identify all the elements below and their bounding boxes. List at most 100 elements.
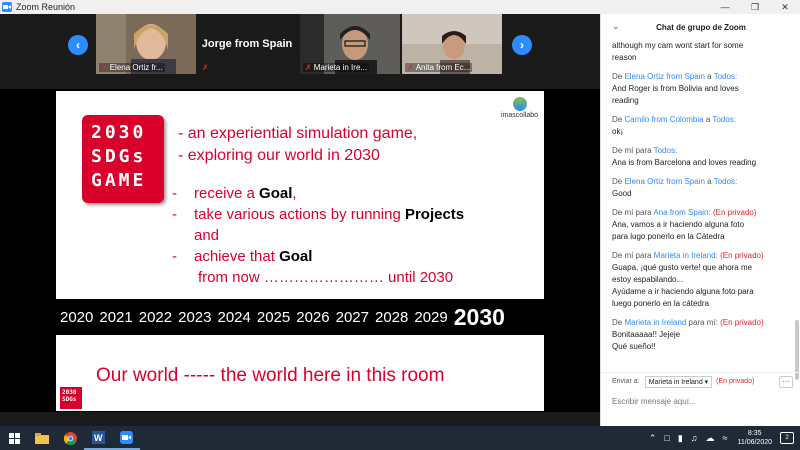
recipient-name[interactable]: Marieta in Ireland: bbox=[654, 251, 718, 260]
windows-start-icon[interactable] bbox=[0, 426, 28, 450]
sender-name[interactable]: Camilo from Colombia bbox=[624, 115, 703, 124]
meta-text: De mí para bbox=[612, 251, 654, 260]
message-text: reason bbox=[612, 53, 637, 62]
brand-name: imascollabo bbox=[501, 112, 538, 119]
year-label: 2029 bbox=[414, 308, 448, 326]
message-meta: De Elena Ortiz from Spain a Todos: bbox=[612, 71, 795, 83]
bullet-continuation: and bbox=[172, 225, 464, 246]
cloud-icon[interactable]: ☁ bbox=[706, 433, 715, 444]
bullet-text: receive a Goal, bbox=[194, 183, 297, 204]
imascollabo-logo: imascollabo bbox=[501, 97, 538, 119]
sender-name[interactable]: Elena Ortiz from Spain bbox=[624, 177, 704, 186]
screen: Zoom Reunión — ❐ ✕ ‹ ✗ Elena Ortiz fr... bbox=[0, 0, 800, 450]
meta-text: De bbox=[612, 115, 625, 124]
meta-text: a bbox=[704, 72, 714, 81]
years-timeline: 2020 2021 2022 2023 2024 2025 2026 2027 … bbox=[56, 299, 544, 335]
year-label: 2024 bbox=[217, 308, 251, 326]
sender-name[interactable]: Elena Ortiz from Spain bbox=[624, 72, 704, 81]
zoom-taskbar-icon[interactable] bbox=[112, 426, 140, 450]
file-explorer-icon[interactable] bbox=[28, 426, 56, 450]
bullet-text: take various actions by running Projects bbox=[194, 204, 464, 225]
battery-icon[interactable]: ▮ bbox=[678, 433, 683, 444]
recipient-name[interactable]: Todos: bbox=[714, 72, 738, 81]
clock-time: 8:35 bbox=[747, 430, 762, 437]
minimize-button[interactable]: — bbox=[710, 0, 740, 14]
zoom-app-icon bbox=[2, 2, 12, 12]
slide-footer-text: Our world ----- the world here in this r… bbox=[96, 365, 445, 386]
year-label: 2021 bbox=[99, 308, 133, 326]
year-label: 2020 bbox=[60, 308, 94, 326]
bullet-text-part: achieve that bbox=[194, 248, 280, 265]
notification-center-icon[interactable]: 2 bbox=[780, 432, 794, 444]
sdgs-mini-logo: 2030 SDGs bbox=[60, 387, 82, 409]
bullet-row: - receive a Goal, bbox=[172, 183, 464, 204]
message-text: ok¡ bbox=[612, 127, 624, 136]
bullet-dash: - bbox=[172, 185, 177, 202]
bullet-text: from now …………………… until 2030 bbox=[198, 269, 454, 286]
system-tray: ⌃ □ ▮ ♫ ☁ ≈ 8:35 11/06/2020 2 bbox=[645, 426, 800, 450]
private-badge: (En privado) bbox=[720, 251, 764, 260]
chat-message-list[interactable]: although my cam wont start for some reas… bbox=[601, 40, 795, 380]
logo-line: SDGs bbox=[91, 146, 147, 167]
bullet-bold: Goal bbox=[259, 185, 293, 202]
recipient-select[interactable]: Marieta in Ireland ▾ bbox=[644, 375, 713, 388]
shared-screen: 2030 SDGs GAME imascollabo - an experien… bbox=[0, 89, 600, 412]
chat-message: De Marieta in Ireland para mí: (En priva… bbox=[612, 317, 795, 353]
participant-tile-jorge[interactable]: Jorge from Spain ✗ bbox=[197, 14, 297, 74]
participant-video-marieta[interactable]: ✗ Marieta in Ire... bbox=[300, 14, 400, 74]
bullet-text: achieve that Goal bbox=[194, 246, 312, 267]
restore-button[interactable]: ❐ bbox=[740, 0, 770, 14]
participant-name-tag: ✗ bbox=[200, 63, 213, 72]
brand-circle-icon bbox=[512, 97, 527, 111]
participant-name: Marieta in Ire... bbox=[313, 63, 368, 72]
year-label: 2028 bbox=[375, 308, 409, 326]
network-icon[interactable]: □ bbox=[664, 433, 669, 443]
participant-video-elena[interactable]: ✗ Elena Ortiz fr... bbox=[96, 14, 196, 74]
chevron-up-icon[interactable]: ⌃ bbox=[649, 433, 657, 444]
participant-video-anita[interactable]: ✗ Anita from Ec... bbox=[402, 14, 502, 74]
chat-message: although my cam wont start for some reas… bbox=[612, 40, 795, 64]
message-text: luego ponerlo en la cátedra bbox=[612, 299, 709, 308]
final-year-label: 2030 bbox=[453, 303, 505, 330]
logo-line: 2030 bbox=[62, 389, 77, 396]
message-meta: De mí para Marieta in Ireland: (En priva… bbox=[612, 250, 795, 262]
previous-page-button[interactable]: ‹ bbox=[68, 35, 88, 55]
sound-icon[interactable]: ♫ bbox=[691, 433, 698, 443]
meta-text: De mí para bbox=[612, 146, 654, 155]
year-label: 2026 bbox=[296, 308, 330, 326]
window-title: Zoom Reunión bbox=[16, 2, 76, 12]
private-badge: (En privado) bbox=[720, 318, 764, 327]
taskbar-clock[interactable]: 8:35 11/06/2020 bbox=[737, 429, 772, 447]
message-text: Ayúdame a ir haciendo alguna foto para bbox=[612, 287, 754, 296]
next-page-button[interactable]: › bbox=[512, 35, 532, 55]
meta-text: De bbox=[612, 72, 625, 81]
recipient-name[interactable]: Ana from Spain: bbox=[653, 208, 710, 217]
logo-line: SDGs bbox=[62, 396, 77, 403]
chat-message: De Elena Ortiz from Spain a Todos: And R… bbox=[612, 71, 795, 107]
slide-line-2: - exploring our world in 2030 bbox=[178, 147, 380, 164]
wifi-icon[interactable]: ≈ bbox=[723, 433, 728, 443]
bullet-dash: - bbox=[172, 206, 177, 223]
message-meta: De Elena Ortiz from Spain a Todos: bbox=[612, 176, 795, 188]
window-titlebar: Zoom Reunión — ❐ ✕ bbox=[0, 0, 800, 14]
message-text: Ana, vamos a ir haciendo alguna foto bbox=[612, 220, 745, 229]
message-text: And Roger is from Bolivia and loves bbox=[612, 84, 739, 93]
chat-title: Chat de grupo de Zoom bbox=[656, 22, 746, 32]
recipient-name[interactable]: Todos: bbox=[714, 177, 738, 186]
message-text: Ana is from Barcelona and loves reading bbox=[612, 158, 757, 167]
participant-name-tag: ✗ Marieta in Ire... bbox=[303, 63, 370, 72]
bullet-text: and bbox=[194, 227, 220, 244]
sender-name[interactable]: Marieta in Ireland bbox=[624, 318, 686, 327]
chrome-icon[interactable] bbox=[56, 426, 84, 450]
bullet-row: - take various actions by running Projec… bbox=[172, 204, 464, 225]
send-to-row: Enviar a: Marieta in Ireland ▾ (En priva… bbox=[601, 372, 800, 390]
scrollbar-thumb[interactable] bbox=[795, 320, 799, 380]
recipient-name[interactable]: Todos: bbox=[654, 146, 678, 155]
word-icon[interactable]: W bbox=[84, 426, 112, 450]
close-button[interactable]: ✕ bbox=[770, 0, 800, 14]
muted-mic-icon: ✗ bbox=[202, 63, 209, 72]
more-options-button[interactable]: ··· bbox=[779, 376, 793, 388]
recipient-name[interactable]: Todos: bbox=[712, 115, 736, 124]
chat-scrollbar[interactable] bbox=[795, 40, 799, 380]
chat-message-input[interactable] bbox=[612, 394, 792, 408]
